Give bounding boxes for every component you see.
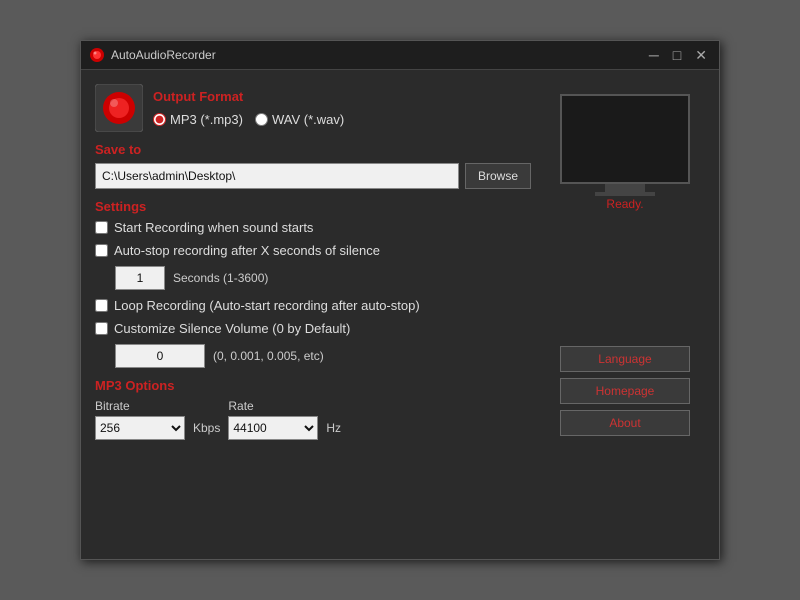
path-input[interactable] — [95, 163, 459, 189]
restore-button[interactable]: □ — [669, 48, 685, 62]
mp3-label: MP3 (*.mp3) — [170, 112, 243, 127]
seconds-row: Seconds (1-3600) — [115, 266, 531, 290]
silence-hint: (0, 0.001, 0.005, etc) — [213, 349, 324, 363]
about-button[interactable]: About — [560, 410, 690, 436]
monitor-display — [560, 94, 690, 184]
mp3-radio[interactable] — [153, 113, 166, 126]
silence-volume-row: Customize Silence Volume (0 by Default) — [95, 321, 531, 336]
right-panel-inner: Ready. Language Homepage About — [560, 84, 690, 440]
volume-input-row: (0, 0.001, 0.005, etc) — [95, 344, 531, 368]
silence-volume-checkbox[interactable] — [95, 322, 108, 335]
title-bar-controls: ─ □ ✕ — [645, 48, 711, 62]
monitor-stand — [605, 184, 645, 192]
save-row: Browse — [95, 163, 531, 189]
rate-label: Rate — [228, 399, 318, 413]
hz-label: Hz — [326, 421, 341, 435]
settings-section: Settings Start Recording when sound star… — [95, 199, 531, 368]
silence-input[interactable] — [115, 344, 205, 368]
language-button[interactable]: Language — [560, 346, 690, 372]
close-button[interactable]: ✕ — [691, 48, 711, 62]
title-bar: AutoAudioRecorder ─ □ ✕ — [81, 41, 719, 70]
start-recording-label: Start Recording when sound starts — [114, 220, 313, 235]
bitrate-col: Bitrate 256 128 192 320 — [95, 399, 185, 440]
bitrate-label: Bitrate — [95, 399, 185, 413]
main-window: AutoAudioRecorder ─ □ ✕ Output Format — [80, 40, 720, 560]
record-icon — [95, 84, 143, 132]
bitrate-select[interactable]: 256 128 192 320 — [95, 416, 185, 440]
right-panel: Ready. Language Homepage About — [545, 84, 705, 440]
save-to-section: Save to Browse — [95, 142, 531, 189]
settings-label: Settings — [95, 199, 531, 214]
seconds-hint: Seconds (1-3600) — [173, 271, 268, 285]
rate-select[interactable]: 44100 22050 48000 — [228, 416, 318, 440]
monitor-container — [560, 94, 690, 196]
silence-volume-label: Customize Silence Volume (0 by Default) — [114, 321, 350, 336]
save-to-label: Save to — [95, 142, 531, 157]
mp3-options-label: MP3 Options — [95, 378, 531, 393]
wav-radio[interactable] — [255, 113, 268, 126]
format-options: Output Format MP3 (*.mp3) WAV (*.wav) — [153, 89, 344, 127]
loop-recording-row: Loop Recording (Auto-start recording aft… — [95, 298, 531, 313]
homepage-button[interactable]: Homepage — [560, 378, 690, 404]
loop-recording-label: Loop Recording (Auto-start recording aft… — [114, 298, 420, 313]
mp3-radio-label[interactable]: MP3 (*.mp3) — [153, 112, 243, 127]
start-recording-row: Start Recording when sound starts — [95, 220, 531, 235]
window-title: AutoAudioRecorder — [111, 48, 645, 62]
kbps-label: Kbps — [193, 421, 220, 435]
loop-recording-checkbox[interactable] — [95, 299, 108, 312]
output-format-title: Output Format — [153, 89, 344, 104]
output-format-section: Output Format MP3 (*.mp3) WAV (*.wav) — [95, 84, 531, 132]
seconds-input[interactable] — [115, 266, 165, 290]
format-radio-row: MP3 (*.mp3) WAV (*.wav) — [153, 112, 344, 127]
mp3-selects-row: Bitrate 256 128 192 320 Kbps Rate 44100 — [95, 399, 531, 440]
start-recording-checkbox[interactable] — [95, 221, 108, 234]
monitor-section: Ready. — [560, 84, 690, 211]
wav-label: WAV (*.wav) — [272, 112, 344, 127]
window-body: Output Format MP3 (*.mp3) WAV (*.wav) — [81, 70, 719, 454]
auto-stop-row: Auto-stop recording after X seconds of s… — [95, 243, 531, 258]
app-icon — [89, 47, 105, 63]
wav-radio-label[interactable]: WAV (*.wav) — [255, 112, 344, 127]
browse-button[interactable]: Browse — [465, 163, 531, 189]
mp3-options-section: MP3 Options Bitrate 256 128 192 320 Kbps… — [95, 378, 531, 440]
auto-stop-label: Auto-stop recording after X seconds of s… — [114, 243, 380, 258]
left-panel: Output Format MP3 (*.mp3) WAV (*.wav) — [95, 84, 531, 440]
ready-status: Ready. — [606, 197, 643, 211]
side-buttons: Language Homepage About — [560, 346, 690, 436]
minimize-button[interactable]: ─ — [645, 48, 663, 62]
rate-col: Rate 44100 22050 48000 — [228, 399, 318, 440]
auto-stop-checkbox[interactable] — [95, 244, 108, 257]
